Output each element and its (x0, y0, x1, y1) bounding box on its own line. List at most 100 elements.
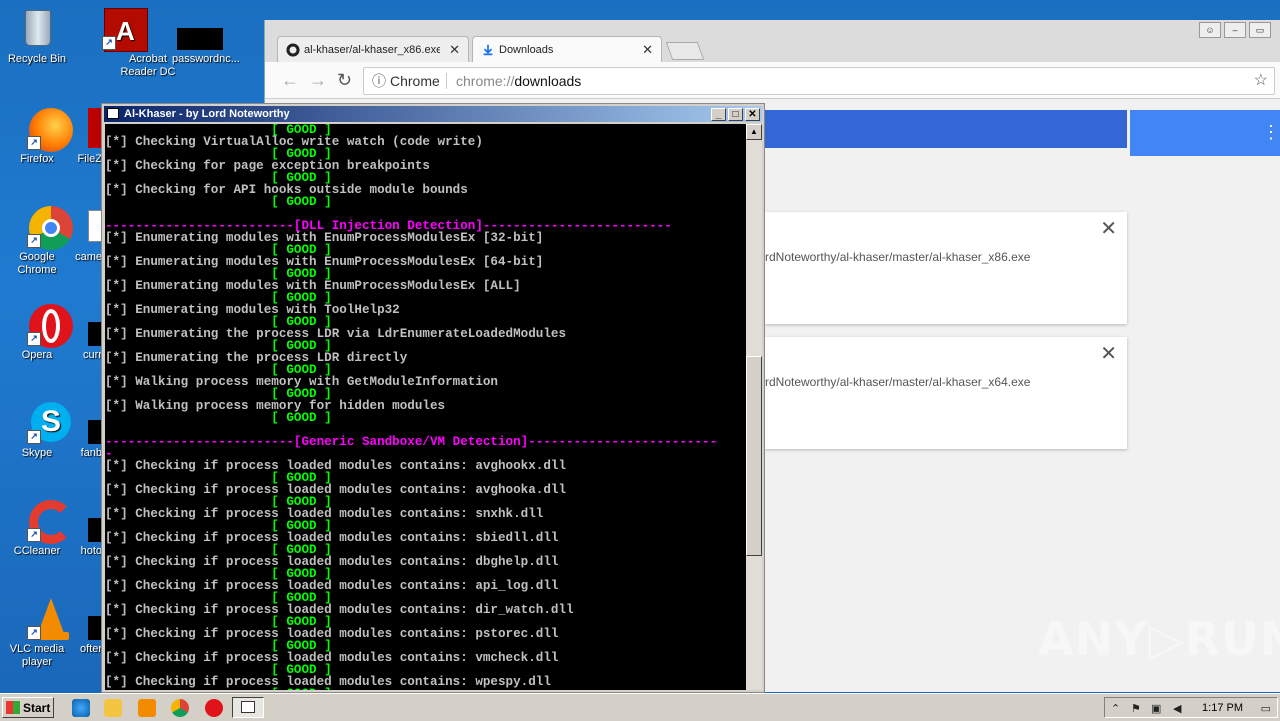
firefox-icon: ↗ (15, 106, 73, 152)
file-icon (72, 596, 102, 640)
opera-taskbar-icon[interactable] (205, 699, 223, 717)
maximize-button[interactable]: ▭ (1249, 22, 1271, 38)
desktop-icon-filezilla[interactable]: FileZ (66, 106, 102, 166)
reload-icon[interactable]: ↻ (337, 70, 352, 91)
download-card-x86: rdNoteworthy/al-khaser/master/al-khaser_… (765, 212, 1127, 324)
desktop-icon-label: Skype (21, 447, 53, 459)
desktop-icon-opera[interactable]: ↗ Opera (0, 302, 74, 362)
file-icon (72, 302, 102, 346)
omnibox-divider (446, 73, 447, 89)
console-title-bar[interactable]: Al-Khaser - by Lord Noteworthy _ □ ✕ (104, 106, 762, 122)
tab-strip: al-khaser/al-khaser_x86.exe ✕ Downloads … (265, 20, 1280, 62)
maximize-button[interactable]: □ (728, 108, 743, 121)
console-good-status: [ GOOD ] (105, 195, 332, 209)
info-icon: ⓘ (372, 73, 386, 89)
close-tab-icon[interactable]: ✕ (449, 37, 460, 63)
file-icon (72, 498, 102, 542)
system-tray: ⌃ ⚑ ▣ ◀ 1:17 PM ▭ (1104, 697, 1278, 718)
desktop-icon-ofter[interactable]: ofter (72, 596, 102, 656)
minimize-button[interactable]: _ (711, 108, 726, 121)
acrobat-icon: A ↗ (90, 6, 148, 52)
download-url[interactable]: rdNoteworthy/al-khaser/master/al-khaser_… (765, 250, 1030, 264)
flag-icon[interactable]: ⚑ (1131, 702, 1141, 715)
network-icon[interactable]: ▣ (1151, 702, 1161, 715)
console-output[interactable]: [ GOOD ] [*] Checking VirtualAlloc write … (105, 124, 748, 690)
url-path: downloads (514, 73, 582, 89)
bookmark-star-icon[interactable]: ☆ (1254, 68, 1268, 94)
downloads-header-strip: ⋮ (1130, 110, 1280, 156)
recycle-bin-icon (15, 6, 59, 50)
desktop-icon-label: came (75, 251, 102, 263)
close-button[interactable]: ✕ (745, 108, 760, 121)
desktop-icon-chrome[interactable]: ↗ Google Chrome (0, 204, 74, 277)
desktop-icon-vlc[interactable]: ↗ VLC media player (0, 596, 74, 669)
browser-toolbar: ← → ↻ ⓘ Chrome chrome://downloads ☆ (265, 62, 1280, 99)
media-player-icon[interactable] (138, 699, 156, 717)
console-scrollbar[interactable]: ▲ (746, 124, 762, 690)
filezilla-icon (66, 106, 102, 150)
desktop-icon-label: hoto (80, 545, 102, 557)
windows-flag-icon (6, 701, 20, 714)
desktop-icon-firefox[interactable]: ↗ Firefox (0, 106, 74, 166)
window-controls: ☺ – ▭ (1199, 22, 1271, 38)
file-icon (72, 400, 102, 444)
file-icon (72, 204, 102, 248)
tab-title: al-khaser/al-khaser_x86.exe (304, 44, 440, 56)
skype-icon: S ↗ (15, 400, 71, 444)
profile-icon[interactable]: ☺ (1199, 22, 1221, 38)
close-tab-icon[interactable]: ✕ (642, 37, 653, 63)
ccleaner-icon: ↗ (15, 498, 73, 544)
tab-title: Downloads (499, 44, 554, 56)
desktop-icon-recycle-bin[interactable]: Recycle Bin (0, 6, 74, 66)
desktop-icon-label: VLC media player (9, 643, 65, 668)
volume-icon[interactable]: ◀ (1173, 702, 1181, 715)
anyrun-watermark: ANY▷RUN (1038, 612, 1280, 666)
tab-al-khaser[interactable]: al-khaser/al-khaser_x86.exe ✕ (277, 36, 469, 62)
explorer-icon[interactable] (104, 699, 122, 717)
scroll-thumb[interactable] (746, 356, 762, 556)
tab-downloads[interactable]: Downloads ✕ (472, 36, 662, 62)
desktop-icon-ccleaner[interactable]: ↗ CCleaner (0, 498, 74, 558)
desktop-icon-skype[interactable]: S ↗ Skype (0, 400, 74, 460)
remove-download-icon[interactable]: ✕ (1100, 341, 1117, 366)
desktop-icon-curr[interactable]: curr (72, 302, 102, 362)
minimize-button[interactable]: – (1224, 22, 1246, 38)
taskbar-console-button[interactable] (232, 697, 264, 718)
console-section-header: -------------------------[Generic Sandbo… (105, 435, 718, 449)
tray-arrow-icon[interactable]: ⌃ (1111, 702, 1120, 715)
ie-icon[interactable] (72, 699, 90, 717)
menu-icon[interactable]: ⋮ (1262, 122, 1280, 143)
remove-download-icon[interactable]: ✕ (1100, 216, 1117, 241)
desktop-icon-label: fanb (80, 447, 102, 459)
console-title: Al-Khaser - by Lord Noteworthy (124, 108, 290, 120)
downloads-header-bar (765, 110, 1127, 148)
desktop-icon-acrobat[interactable]: A ↗ Acrobat Reader DC (75, 6, 176, 79)
address-bar[interactable]: ⓘ Chrome chrome://downloads ☆ (363, 67, 1275, 95)
taskbar: Start ⌃ ⚑ ▣ ◀ 1:17 PM ▭ (0, 693, 1280, 721)
download-icon (483, 44, 493, 56)
console-good-status: [ GOOD ] (105, 411, 332, 425)
back-arrow-icon[interactable]: ← (281, 70, 299, 91)
desktop-icon-label: Google Chrome (17, 251, 57, 276)
download-card-x64: rdNoteworthy/al-khaser/master/al-khaser_… (765, 337, 1127, 449)
desktop-icon-fanb[interactable]: fanb (72, 400, 102, 460)
console-icon (241, 701, 255, 713)
chrome-icon: ↗ (15, 204, 73, 250)
desktop-icon-label: curr (83, 349, 102, 361)
scroll-up-arrow-icon[interactable]: ▲ (746, 124, 762, 140)
start-button[interactable]: Start (2, 697, 54, 718)
desktop-icon-passwordnc[interactable]: passwordnc... (148, 6, 240, 66)
download-url[interactable]: rdNoteworthy/al-khaser/master/al-khaser_… (765, 375, 1030, 389)
console-icon (107, 108, 119, 119)
desktop-icon-label: Recycle Bin (7, 53, 67, 65)
desktop-icon-label: passwordnc... (172, 53, 240, 65)
chrome-taskbar-icon[interactable] (171, 699, 189, 717)
show-desktop-icon[interactable]: ▭ (1261, 702, 1271, 715)
url-text: chrome://downloads (456, 68, 581, 94)
url-scheme: chrome:// (456, 73, 515, 89)
desktop-icon-hoto[interactable]: hoto (72, 498, 102, 558)
new-tab-button[interactable] (665, 42, 705, 60)
desktop-icon-came[interactable]: came (72, 204, 102, 264)
forward-arrow-icon[interactable]: → (309, 70, 327, 91)
clock[interactable]: 1:17 PM (1202, 702, 1243, 714)
